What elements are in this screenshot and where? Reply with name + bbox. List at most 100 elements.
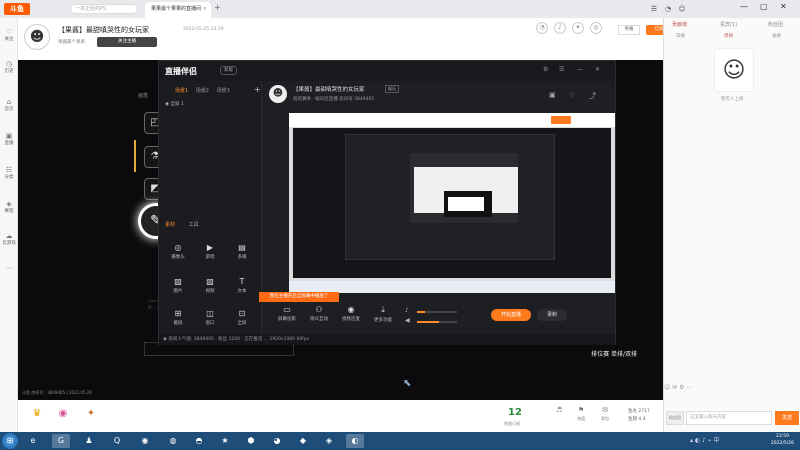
- taskbar-app-box[interactable]: ⬢: [242, 434, 260, 448]
- fan-badge[interactable]: 粉丝团: [666, 411, 684, 425]
- start-button[interactable]: ⊞: [2, 433, 18, 449]
- version-badge[interactable]: 新版: [220, 66, 237, 75]
- source-text[interactable]: T 文本: [227, 277, 257, 294]
- source-window[interactable]: ◫ 窗口: [195, 309, 225, 326]
- tab-total[interactable]: 总榜: [772, 33, 781, 39]
- source-media[interactable]: ▤ 多媒: [227, 243, 257, 260]
- tray-icons[interactable]: ▴ ◐ ♪ ⌁ 中: [690, 435, 719, 444]
- sidebar-item-category[interactable]: ☷ 分类: [0, 166, 18, 180]
- star-gift-icon[interactable]: ✦: [82, 408, 100, 424]
- share-icon[interactable]: ◔: [536, 22, 548, 34]
- source-image[interactable]: ▨ 图片: [163, 277, 193, 294]
- recharge-button[interactable]: ⚑ 充值: [574, 406, 588, 422]
- close-icon[interactable]: ✕: [595, 66, 600, 73]
- taskbar-app-media[interactable]: ◓: [190, 434, 208, 448]
- stream-preview[interactable]: [289, 113, 615, 293]
- minimize-icon[interactable]: —: [740, 2, 748, 11]
- user-icon[interactable]: ☺: [676, 3, 688, 15]
- share-icon[interactable]: ⤴: [589, 91, 596, 101]
- menu-icon[interactable]: ☰: [559, 66, 564, 73]
- taskbar-app-recorder[interactable]: ◈: [320, 434, 338, 448]
- bell-icon[interactable]: ♢: [569, 91, 575, 99]
- music-icon[interactable]: ♪: [554, 22, 566, 34]
- taskbar-app-live[interactable]: ◐: [346, 434, 364, 448]
- sidebar-item-schedule[interactable]: ◈ 赛程: [0, 200, 18, 214]
- target-icon[interactable]: ◎: [590, 22, 602, 34]
- speaker-volume-slider[interactable]: ◀: [405, 317, 459, 327]
- sidebar-item-home[interactable]: ⌂ 首页: [0, 98, 18, 112]
- mouse-cursor-icon: ⬉: [403, 378, 412, 389]
- tab-scene-1[interactable]: 场景1: [175, 88, 188, 94]
- taskbar-clock[interactable]: 23:59 2022/5/26: [771, 433, 794, 447]
- source-camera[interactable]: ◎ 摄像头: [163, 243, 193, 260]
- crown-gift-icon[interactable]: ♛: [28, 408, 46, 424]
- star-icon[interactable]: ✦: [572, 22, 584, 34]
- new-tab-button[interactable]: +: [214, 3, 221, 12]
- sidebar-item-follow[interactable]: ♡ 关注: [0, 28, 18, 42]
- douyu-logo[interactable]: 斗鱼: [4, 3, 30, 15]
- tab-scene-3[interactable]: 场景3: [217, 88, 230, 94]
- source-game[interactable]: ▶ 游戏: [195, 243, 225, 260]
- source-video[interactable]: ▧ 视频: [195, 277, 225, 294]
- tab-sources[interactable]: 素材: [165, 222, 175, 228]
- source-screenshot[interactable]: ⊞ 截屏: [163, 309, 193, 326]
- more-features-tool[interactable]: ⤓ 更多功能: [367, 305, 399, 323]
- settings-icon[interactable]: ⚙: [543, 66, 548, 73]
- pin-hint-toast[interactable]: 我在主播开启全屏幕中播放了: [259, 292, 339, 302]
- report-button[interactable]: 举报: [618, 25, 640, 35]
- speaker-icon: ◀: [405, 317, 410, 324]
- browser-tab[interactable]: 果果最个果果的直播间 ×: [145, 2, 211, 18]
- close-tab-icon[interactable]: ×: [203, 2, 207, 17]
- taskbar-app-netease[interactable]: ◍: [164, 434, 182, 448]
- close-window-icon[interactable]: ✕: [780, 2, 787, 11]
- taskbar-app-qq[interactable]: Q: [108, 434, 126, 448]
- sidebar-item-cloud-game[interactable]: ☁ 云游戏: [0, 232, 18, 246]
- follow-button[interactable]: 关注主播: [97, 37, 157, 47]
- sidebar-item-history[interactable]: ◷ 历史: [0, 60, 18, 74]
- tab-contribution[interactable]: 贡献榜: [672, 21, 687, 28]
- scene-item[interactable]: ◉ 全屏 1: [165, 101, 184, 107]
- add-scene-button[interactable]: +: [254, 85, 261, 94]
- cart-icon[interactable]: ☰: [648, 3, 660, 15]
- sidebar-item-live[interactable]: ▣ 直播: [0, 132, 18, 146]
- taskbar-app-steam[interactable]: ◕: [268, 434, 286, 448]
- pink-gift-icon[interactable]: ◉: [54, 408, 72, 424]
- minimize-icon[interactable]: —: [577, 66, 583, 73]
- audience-interact-tool[interactable]: ⚇ 观众互动: [303, 305, 335, 322]
- room-category[interactable]: 果酱最个果果: [58, 39, 85, 45]
- record-button[interactable]: 录制: [537, 309, 567, 321]
- tab-scene-2[interactable]: 场景2: [196, 88, 209, 94]
- music-button[interactable]: ♬: [552, 406, 566, 414]
- preview-orange-button: [551, 116, 571, 124]
- source-fullscreen[interactable]: ⊡ 全屏: [227, 309, 257, 326]
- maximize-icon[interactable]: ▢: [760, 2, 768, 11]
- taskbar-app-browser[interactable]: e: [24, 434, 42, 448]
- backpack-button[interactable]: ✉ 背包: [598, 406, 612, 422]
- bell-icon[interactable]: ◔: [662, 3, 674, 15]
- source-label: 多媒: [237, 255, 247, 260]
- video-connect-tool[interactable]: ◉ 视频连麦: [335, 305, 367, 322]
- chat-input[interactable]: 这里输入聊天内容: [686, 411, 772, 425]
- taskbar-app-star[interactable]: ★: [216, 434, 234, 448]
- tab-weekly[interactable]: 周榜: [724, 33, 733, 39]
- screen-icon[interactable]: ▣: [549, 91, 556, 99]
- taskbar-app-tool[interactable]: ◆: [294, 434, 312, 448]
- send-button[interactable]: 发送: [775, 411, 799, 425]
- tab-vip[interactable]: 贵宾(1): [720, 21, 737, 28]
- taskbar-app-chrome[interactable]: G: [52, 434, 70, 448]
- tab-daily[interactable]: 日榜: [676, 33, 685, 39]
- people-icon: ⚇: [315, 305, 323, 314]
- start-live-button[interactable]: 开始直播: [491, 309, 531, 321]
- chat-toolbar[interactable]: ☺ ✉ ⚙ ⋯: [664, 384, 800, 394]
- sidebar-item-more[interactable]: ⋯: [0, 264, 18, 272]
- taskbar-app-record[interactable]: ◉: [136, 434, 154, 448]
- tab-fans[interactable]: 粉丝团: [768, 21, 783, 28]
- search-input[interactable]: 一本正经的PS: [70, 4, 138, 14]
- taskbar-app-game[interactable]: ♟: [80, 434, 98, 448]
- app-stream-title[interactable]: 【果酱】最甜嗔哭性的女玩家: [293, 85, 365, 93]
- tab-tools[interactable]: 工具: [189, 222, 199, 228]
- app-streamer-avatar[interactable]: ☻: [269, 85, 287, 103]
- screen-project-tool[interactable]: ▭ 屏幕投影: [271, 305, 303, 322]
- streamer-avatar[interactable]: ☻: [24, 24, 50, 50]
- mic-volume-slider[interactable]: ♪: [405, 307, 459, 317]
